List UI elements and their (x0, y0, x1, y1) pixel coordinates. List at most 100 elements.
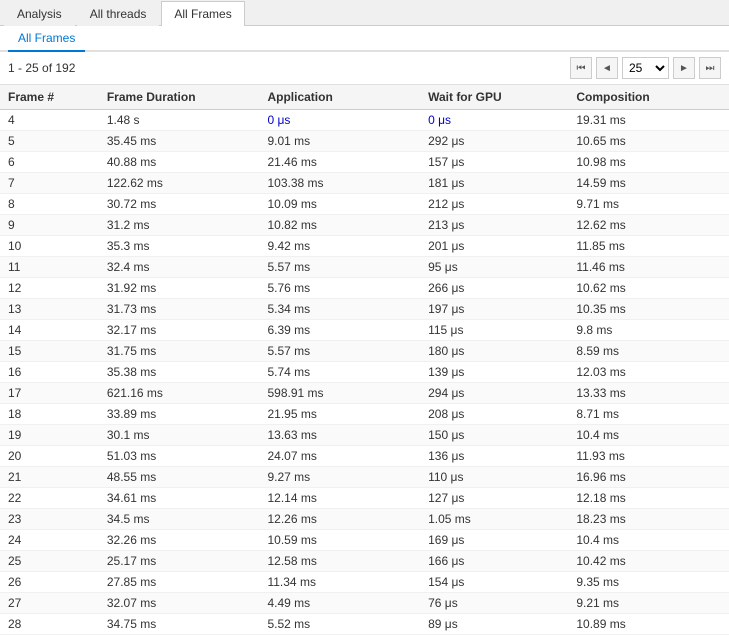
table-row[interactable]: 535.45 ms9.01 ms292 μs10.65 ms (0, 131, 729, 152)
cell-frame: 26 (0, 572, 99, 593)
nav-controls: ⏮ ◄ 10 25 50 100 ► ⏭ (570, 57, 721, 79)
table-row[interactable]: 1331.73 ms5.34 ms197 μs10.35 ms (0, 299, 729, 320)
cell-application: 10.09 ms (259, 194, 420, 215)
table-row[interactable]: 2432.26 ms10.59 ms169 μs10.4 ms (0, 530, 729, 551)
table-row[interactable]: 1231.92 ms5.76 ms266 μs10.62 ms (0, 278, 729, 299)
cell-wait-gpu: 0 μs (420, 110, 568, 131)
cell-frame: 13 (0, 299, 99, 320)
cell-composition: 9.21 ms (568, 593, 729, 614)
table-row[interactable]: 2334.5 ms12.26 ms1.05 ms18.23 ms (0, 509, 729, 530)
table-row[interactable]: 7122.62 ms103.38 ms181 μs14.59 ms (0, 173, 729, 194)
cell-duration: 35.45 ms (99, 131, 260, 152)
table-body: 41.48 s0 μs0 μs19.31 ms535.45 ms9.01 ms2… (0, 110, 729, 635)
cell-duration: 40.88 ms (99, 152, 260, 173)
cell-application: 5.57 ms (259, 257, 420, 278)
cell-application: 598.91 ms (259, 383, 420, 404)
tab-bar: Analysis All threads All Frames (0, 0, 729, 26)
table-row[interactable]: 1930.1 ms13.63 ms150 μs10.4 ms (0, 425, 729, 446)
cell-wait-gpu: 89 μs (420, 614, 568, 635)
table-row[interactable]: 1132.4 ms5.57 ms95 μs11.46 ms (0, 257, 729, 278)
cell-application: 12.58 ms (259, 551, 420, 572)
col-header-wait-gpu[interactable]: Wait for GPU (420, 85, 568, 110)
cell-composition: 10.42 ms (568, 551, 729, 572)
sub-tab-all-frames[interactable]: All Frames (8, 26, 85, 52)
table-row[interactable]: 41.48 s0 μs0 μs19.31 ms (0, 110, 729, 131)
cell-composition: 10.4 ms (568, 530, 729, 551)
cell-application: 5.34 ms (259, 299, 420, 320)
cell-application: 4.49 ms (259, 593, 420, 614)
cell-frame: 19 (0, 425, 99, 446)
next-page-button[interactable]: ► (673, 57, 695, 79)
cell-frame: 8 (0, 194, 99, 215)
cell-composition: 16.96 ms (568, 467, 729, 488)
cell-composition: 9.35 ms (568, 572, 729, 593)
cell-composition: 9.8 ms (568, 320, 729, 341)
cell-composition: 12.18 ms (568, 488, 729, 509)
table-row[interactable]: 2234.61 ms12.14 ms127 μs12.18 ms (0, 488, 729, 509)
cell-composition: 11.93 ms (568, 446, 729, 467)
cell-wait-gpu: 201 μs (420, 236, 568, 257)
cell-application: 11.34 ms (259, 572, 420, 593)
table-row[interactable]: 931.2 ms10.82 ms213 μs12.62 ms (0, 215, 729, 236)
cell-application: 10.82 ms (259, 215, 420, 236)
cell-frame: 9 (0, 215, 99, 236)
cell-frame: 5 (0, 131, 99, 152)
cell-application: 6.39 ms (259, 320, 420, 341)
tab-all-threads[interactable]: All threads (77, 1, 160, 26)
last-page-button[interactable]: ⏭ (699, 57, 721, 79)
table-row[interactable]: 640.88 ms21.46 ms157 μs10.98 ms (0, 152, 729, 173)
cell-duration: 34.61 ms (99, 488, 260, 509)
cell-duration: 35.38 ms (99, 362, 260, 383)
cell-application: 9.27 ms (259, 467, 420, 488)
cell-composition: 19.31 ms (568, 110, 729, 131)
cell-duration: 32.4 ms (99, 257, 260, 278)
cell-frame: 16 (0, 362, 99, 383)
cell-wait-gpu: 139 μs (420, 362, 568, 383)
table-row[interactable]: 1432.17 ms6.39 ms115 μs9.8 ms (0, 320, 729, 341)
page-size-select[interactable]: 10 25 50 100 (622, 57, 669, 79)
frames-table: Frame # Frame Duration Application Wait … (0, 85, 729, 635)
cell-composition: 13.33 ms (568, 383, 729, 404)
table-header-row: Frame # Frame Duration Application Wait … (0, 85, 729, 110)
cell-wait-gpu: 154 μs (420, 572, 568, 593)
cell-frame: 28 (0, 614, 99, 635)
col-header-application[interactable]: Application (259, 85, 420, 110)
table-row[interactable]: 17621.16 ms598.91 ms294 μs13.33 ms (0, 383, 729, 404)
cell-application: 5.74 ms (259, 362, 420, 383)
table-container: Frame # Frame Duration Application Wait … (0, 85, 729, 635)
prev-page-button[interactable]: ◄ (596, 57, 618, 79)
cell-wait-gpu: 95 μs (420, 257, 568, 278)
col-header-composition[interactable]: Composition (568, 85, 729, 110)
table-row[interactable]: 2148.55 ms9.27 ms110 μs16.96 ms (0, 467, 729, 488)
cell-application: 12.14 ms (259, 488, 420, 509)
table-row[interactable]: 2525.17 ms12.58 ms166 μs10.42 ms (0, 551, 729, 572)
cell-wait-gpu: 213 μs (420, 215, 568, 236)
table-row[interactable]: 2834.75 ms5.52 ms89 μs10.89 ms (0, 614, 729, 635)
cell-composition: 12.03 ms (568, 362, 729, 383)
table-row[interactable]: 1035.3 ms9.42 ms201 μs11.85 ms (0, 236, 729, 257)
cell-wait-gpu: 115 μs (420, 320, 568, 341)
table-row[interactable]: 2051.03 ms24.07 ms136 μs11.93 ms (0, 446, 729, 467)
table-row[interactable]: 1833.89 ms21.95 ms208 μs8.71 ms (0, 404, 729, 425)
table-row[interactable]: 2627.85 ms11.34 ms154 μs9.35 ms (0, 572, 729, 593)
cell-frame: 11 (0, 257, 99, 278)
cell-duration: 30.72 ms (99, 194, 260, 215)
tab-analysis[interactable]: Analysis (4, 1, 75, 26)
cell-application: 5.52 ms (259, 614, 420, 635)
cell-duration: 51.03 ms (99, 446, 260, 467)
page-info: 1 - 25 of 192 (8, 61, 564, 75)
table-row[interactable]: 1531.75 ms5.57 ms180 μs8.59 ms (0, 341, 729, 362)
col-header-frame[interactable]: Frame # (0, 85, 99, 110)
cell-composition: 10.98 ms (568, 152, 729, 173)
cell-application: 5.57 ms (259, 341, 420, 362)
cell-frame: 10 (0, 236, 99, 257)
table-row[interactable]: 2732.07 ms4.49 ms76 μs9.21 ms (0, 593, 729, 614)
table-row[interactable]: 1635.38 ms5.74 ms139 μs12.03 ms (0, 362, 729, 383)
col-header-duration[interactable]: Frame Duration (99, 85, 260, 110)
cell-composition: 18.23 ms (568, 509, 729, 530)
tab-all-frames[interactable]: All Frames (161, 1, 244, 26)
cell-wait-gpu: 169 μs (420, 530, 568, 551)
cell-duration: 32.17 ms (99, 320, 260, 341)
first-page-button[interactable]: ⏮ (570, 57, 592, 79)
table-row[interactable]: 830.72 ms10.09 ms212 μs9.71 ms (0, 194, 729, 215)
